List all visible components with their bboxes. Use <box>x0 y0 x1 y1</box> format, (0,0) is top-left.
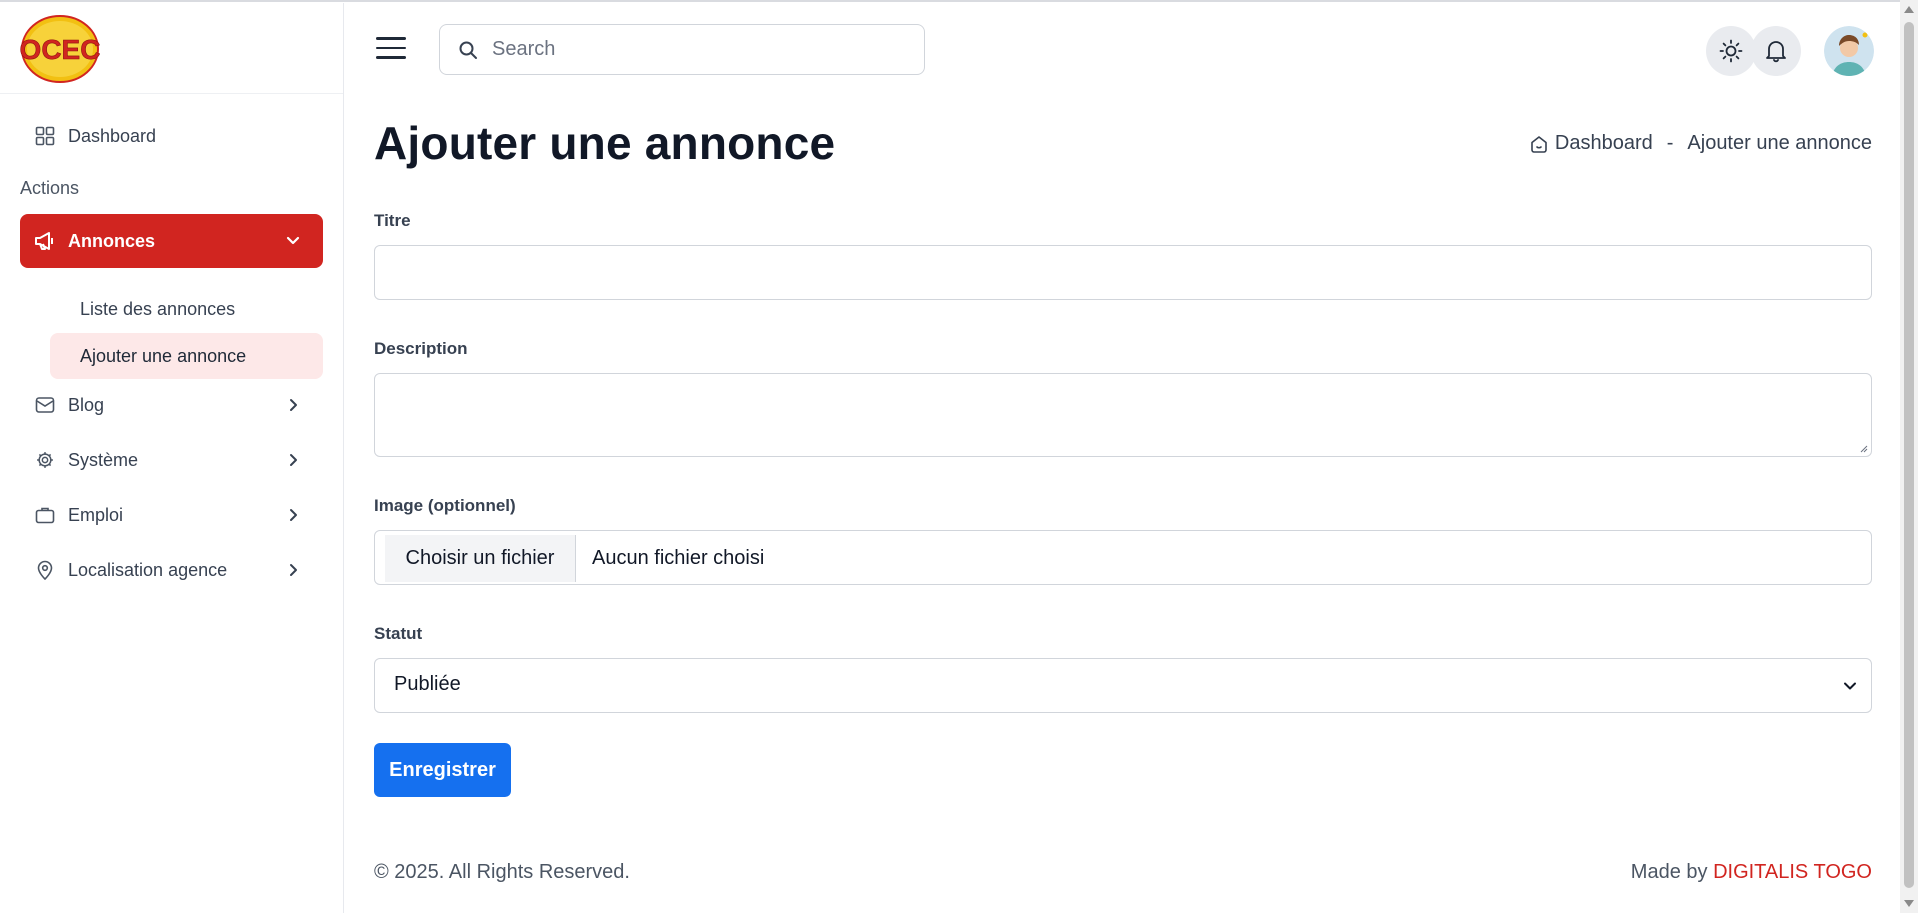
chevron-right-icon <box>290 399 297 411</box>
sidebar-subitem-liste-annonces[interactable]: Liste des annonces <box>50 286 323 332</box>
sidebar-item-localisation-agence[interactable]: Localisation agence <box>20 546 323 594</box>
notifications-button[interactable] <box>1751 26 1801 76</box>
user-avatar[interactable] <box>1824 26 1874 76</box>
sun-icon <box>1719 39 1743 63</box>
sidebar-item-label: Dashboard <box>68 125 157 146</box>
titre-field[interactable] <box>374 245 1872 300</box>
home-icon <box>1531 135 1547 153</box>
gear-icon <box>34 449 56 471</box>
description-field[interactable] <box>374 373 1872 457</box>
chevron-right-icon <box>290 509 297 521</box>
footer-made-by: Made by <box>1630 861 1708 883</box>
choose-file-button[interactable]: Choisir un fichier <box>385 535 576 582</box>
theme-toggle-button[interactable] <box>1706 26 1756 76</box>
breadcrumb-link-dashboard[interactable]: Dashboard <box>1555 132 1653 155</box>
sidebar-item-label: Annonces <box>68 230 156 251</box>
resize-handle-icon[interactable] <box>1858 443 1868 453</box>
search-icon <box>459 41 477 59</box>
page-scrollbar[interactable] <box>1900 0 1918 913</box>
sidebar-item-label: Localisation agence <box>68 559 228 580</box>
chevron-down-icon <box>1844 682 1856 690</box>
titre-input[interactable] <box>375 246 1871 299</box>
sidebar-section-label: Actions <box>20 178 80 198</box>
breadcrumb: Dashboard - Ajouter une annonce <box>1529 132 1872 155</box>
image-file-field[interactable]: Choisir un fichier Aucun fichier choisi <box>374 530 1872 585</box>
image-label: Image (optionnel) <box>374 496 516 515</box>
titre-label: Titre <box>374 211 411 230</box>
statut-label: Statut <box>374 624 423 643</box>
search-input[interactable] <box>492 38 892 61</box>
menu-toggle-button[interactable] <box>376 37 406 63</box>
footer-credit: Made by DIGITALIS TOGO <box>1631 861 1872 884</box>
statut-select[interactable]: Publiée <box>374 658 1872 713</box>
footer-copyright: © 2025. All Rights Reserved. <box>374 861 630 883</box>
sidebar-subitem-label: Ajouter une annonce <box>80 345 247 366</box>
footer-brand-link[interactable]: DIGITALIS TOGO <box>1713 861 1872 883</box>
sidebar: OCEC Dashboard Actions Annonces Liste de… <box>0 3 344 913</box>
logo-area: OCEC <box>0 3 343 94</box>
sidebar-item-blog[interactable]: Blog <box>20 381 323 429</box>
briefcase-icon <box>34 504 56 526</box>
breadcrumb-current: Ajouter une annonce <box>1687 132 1872 154</box>
sidebar-item-label: Emploi <box>68 504 124 525</box>
sidebar-item-dashboard[interactable]: Dashboard <box>20 112 323 160</box>
sidebar-item-emploi[interactable]: Emploi <box>20 491 323 539</box>
description-label: Description <box>374 339 468 358</box>
grid-icon <box>34 125 56 147</box>
sidebar-item-label: Système <box>68 449 139 470</box>
search-box[interactable] <box>439 24 925 75</box>
save-button[interactable]: Enregistrer <box>374 743 511 797</box>
sidebar-item-systeme[interactable]: Système <box>20 436 323 484</box>
sidebar-item-label: Blog <box>68 394 105 415</box>
sidebar-subitem-ajouter-annonce[interactable]: Ajouter une annonce <box>50 333 323 379</box>
sidebar-item-annonces[interactable]: Annonces <box>20 214 323 268</box>
statut-selected-value: Publiée <box>394 673 461 695</box>
map-pin-icon <box>34 559 56 581</box>
chevron-down-icon <box>286 236 300 245</box>
description-textarea[interactable] <box>375 374 1871 456</box>
top-header <box>344 3 1900 98</box>
file-status: Aucun fichier choisi <box>592 547 765 569</box>
scroll-up-arrow-icon[interactable] <box>1904 6 1914 13</box>
scrollbar-thumb[interactable] <box>1904 22 1914 888</box>
page-title: Ajouter une annonce <box>374 117 836 169</box>
chevron-right-icon <box>290 564 297 576</box>
svg-text:OCEC: OCEC <box>20 34 100 65</box>
bell-icon <box>1766 41 1786 63</box>
ocec-logo[interactable]: OCEC <box>20 13 100 85</box>
sidebar-subitem-label: Liste des annonces <box>80 298 236 319</box>
mail-icon <box>34 394 56 416</box>
scroll-down-arrow-icon[interactable] <box>1904 900 1914 907</box>
breadcrumb-separator: - <box>1666 132 1674 154</box>
chevron-right-icon <box>290 454 297 466</box>
megaphone-icon <box>34 230 56 252</box>
